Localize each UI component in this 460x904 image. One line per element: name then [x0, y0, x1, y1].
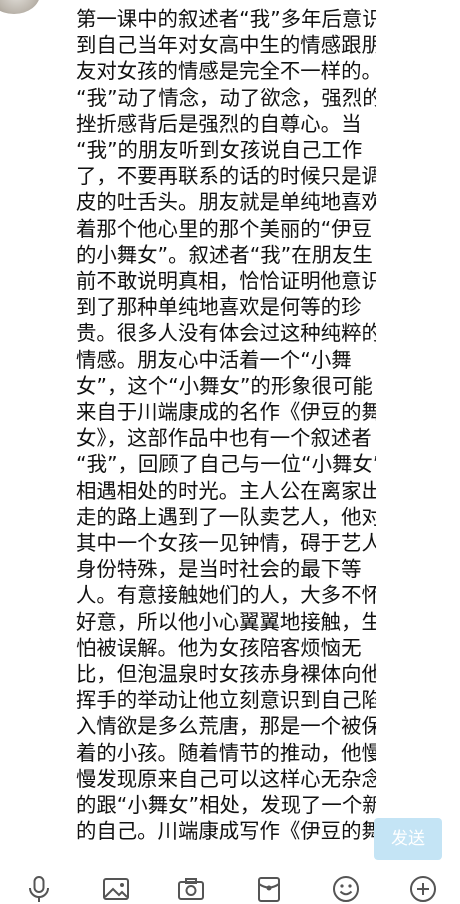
message-line: 好意，所以他小心翼翼地接触，生: [76, 609, 376, 634]
avatar[interactable]: [0, 0, 40, 14]
message-line: “我”的朋友听到女孩说自己工作: [76, 138, 363, 163]
message-line: 挥手的举动让他立刻意识到自己陷: [76, 688, 376, 713]
message-line: 情感。朋友心中活着一个“小舞: [76, 347, 352, 372]
message-line: 前不敢说明真相，恰恰证明他意识: [76, 269, 376, 294]
message-line: “我”，回顾了自己与一位“小舞女”: [76, 452, 376, 477]
message-line: 着那个他心里的那个美丽的“伊豆: [76, 216, 373, 241]
message-line: 人。有意接触她们的人，大多不怀: [76, 583, 376, 608]
send-button[interactable]: 发送: [374, 818, 442, 860]
message-line: 走的路上遇到了一队卖艺人，他对: [76, 504, 376, 529]
message-line: 女》，这部作品中也有一个叙述者: [76, 426, 372, 451]
message-line: 着的小孩。随着情节的推动，他慢: [76, 740, 376, 765]
message-text: 第一课中的叙述者“我”多年后意识 到自己当年对女高中生的情感跟朋 友对女孩的情感是完…: [76, 6, 376, 846]
message-line: 挫折感背后是强烈的自尊心。当: [76, 111, 362, 136]
message-line: “我”动了情念，动了欲念，强烈的: [76, 85, 376, 110]
message-line: 女》传递了一个理念，无论环境现: [76, 845, 376, 847]
message-line: 怕被误解。他为女孩陪客烦恼无: [76, 635, 362, 660]
message-line: 比，但泡温泉时女孩赤身裸体向他: [76, 662, 376, 687]
message-line: 相遇相处的时光。主人公在离家出: [76, 478, 376, 503]
message-line: 友对女孩的情感是完全不一样的。: [76, 59, 376, 84]
message-line: 入情欲是多么荒唐，那是一个被保护: [76, 714, 376, 739]
message-line: 到了那种单纯地喜欢是何等的珍: [76, 295, 362, 320]
message-line: 其中一个女孩一见钟情，碍于艺人: [76, 531, 376, 556]
message-line: 慢发现原来自己可以这样心无杂念: [76, 766, 376, 791]
message-line: 的自己。川端康成写作《伊豆的舞: [76, 819, 376, 844]
message-line: 女”，这个“小舞女”的形象很可能: [76, 373, 373, 398]
message-line: 来自于川端康成的名作《伊豆的舞: [76, 400, 376, 425]
message-line: 第一课中的叙述者“我”多年后意识: [76, 7, 376, 31]
message-line: 到自己当年对女高中生的情感跟朋: [76, 33, 376, 58]
message-line: 的小舞女”。叙述者“我”在朋友生: [76, 242, 373, 267]
message-line: 的跟“小舞女”相处，发现了一个新: [76, 793, 376, 818]
message-line: 身份特殊，是当时社会的最下等: [76, 557, 362, 582]
bottom-toolbar: [0, 866, 460, 902]
message-line: 皮的吐舌头。朋友就是单纯地喜欢: [76, 190, 376, 215]
message-line: 贵。很多人没有体会过这种纯粹的: [76, 321, 376, 346]
message-line: 了，不要再联系的话的时候只是调: [76, 164, 376, 189]
